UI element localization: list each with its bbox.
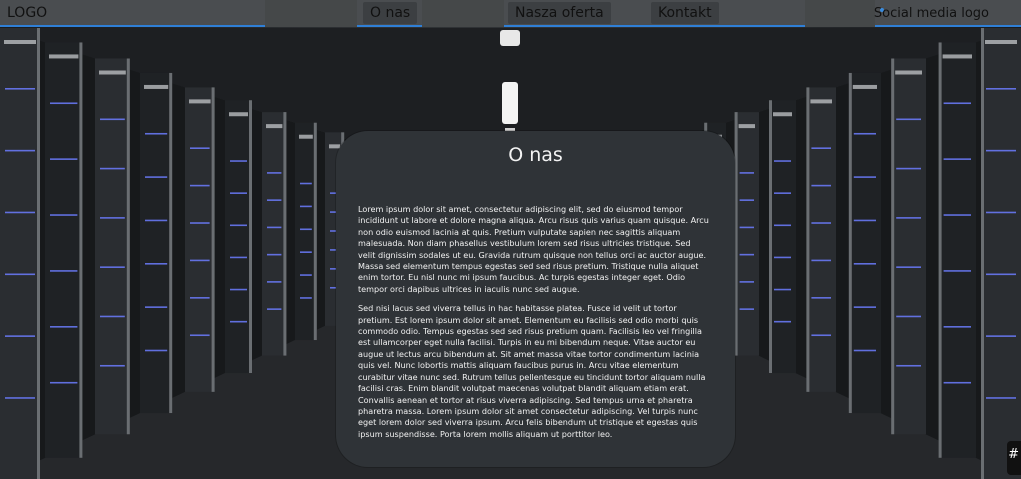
nav-divider-segment bbox=[265, 0, 357, 27]
corner-badge[interactable]: # bbox=[1007, 441, 1021, 475]
nav-link-nasza-oferta[interactable]: Nasza oferta bbox=[508, 2, 611, 24]
about-text: Lorem ipsum dolor sit amet, consectetur … bbox=[358, 204, 710, 448]
site-logo[interactable]: LOGO bbox=[7, 5, 47, 21]
nav-link-o-nas[interactable]: O nas bbox=[363, 2, 418, 24]
about-card: O nas Lorem ipsum dolor sit amet, consec… bbox=[336, 131, 735, 467]
nav-divider-segment bbox=[805, 0, 875, 27]
about-title: O nas bbox=[508, 144, 563, 166]
about-paragraph: Sed nisi lacus sed viverra tellus in hac… bbox=[358, 303, 706, 439]
nav-link-kontakt[interactable]: Kontakt bbox=[651, 2, 719, 24]
top-navigation-bar: LOGO O nas Nasza oferta Kontakt Social m… bbox=[0, 0, 1021, 27]
nav-divider-segment bbox=[422, 0, 504, 27]
social-media-logo[interactable]: Social media logo bbox=[874, 6, 989, 21]
about-paragraph: Lorem ipsum dolor sit amet, consectetur … bbox=[358, 204, 709, 294]
